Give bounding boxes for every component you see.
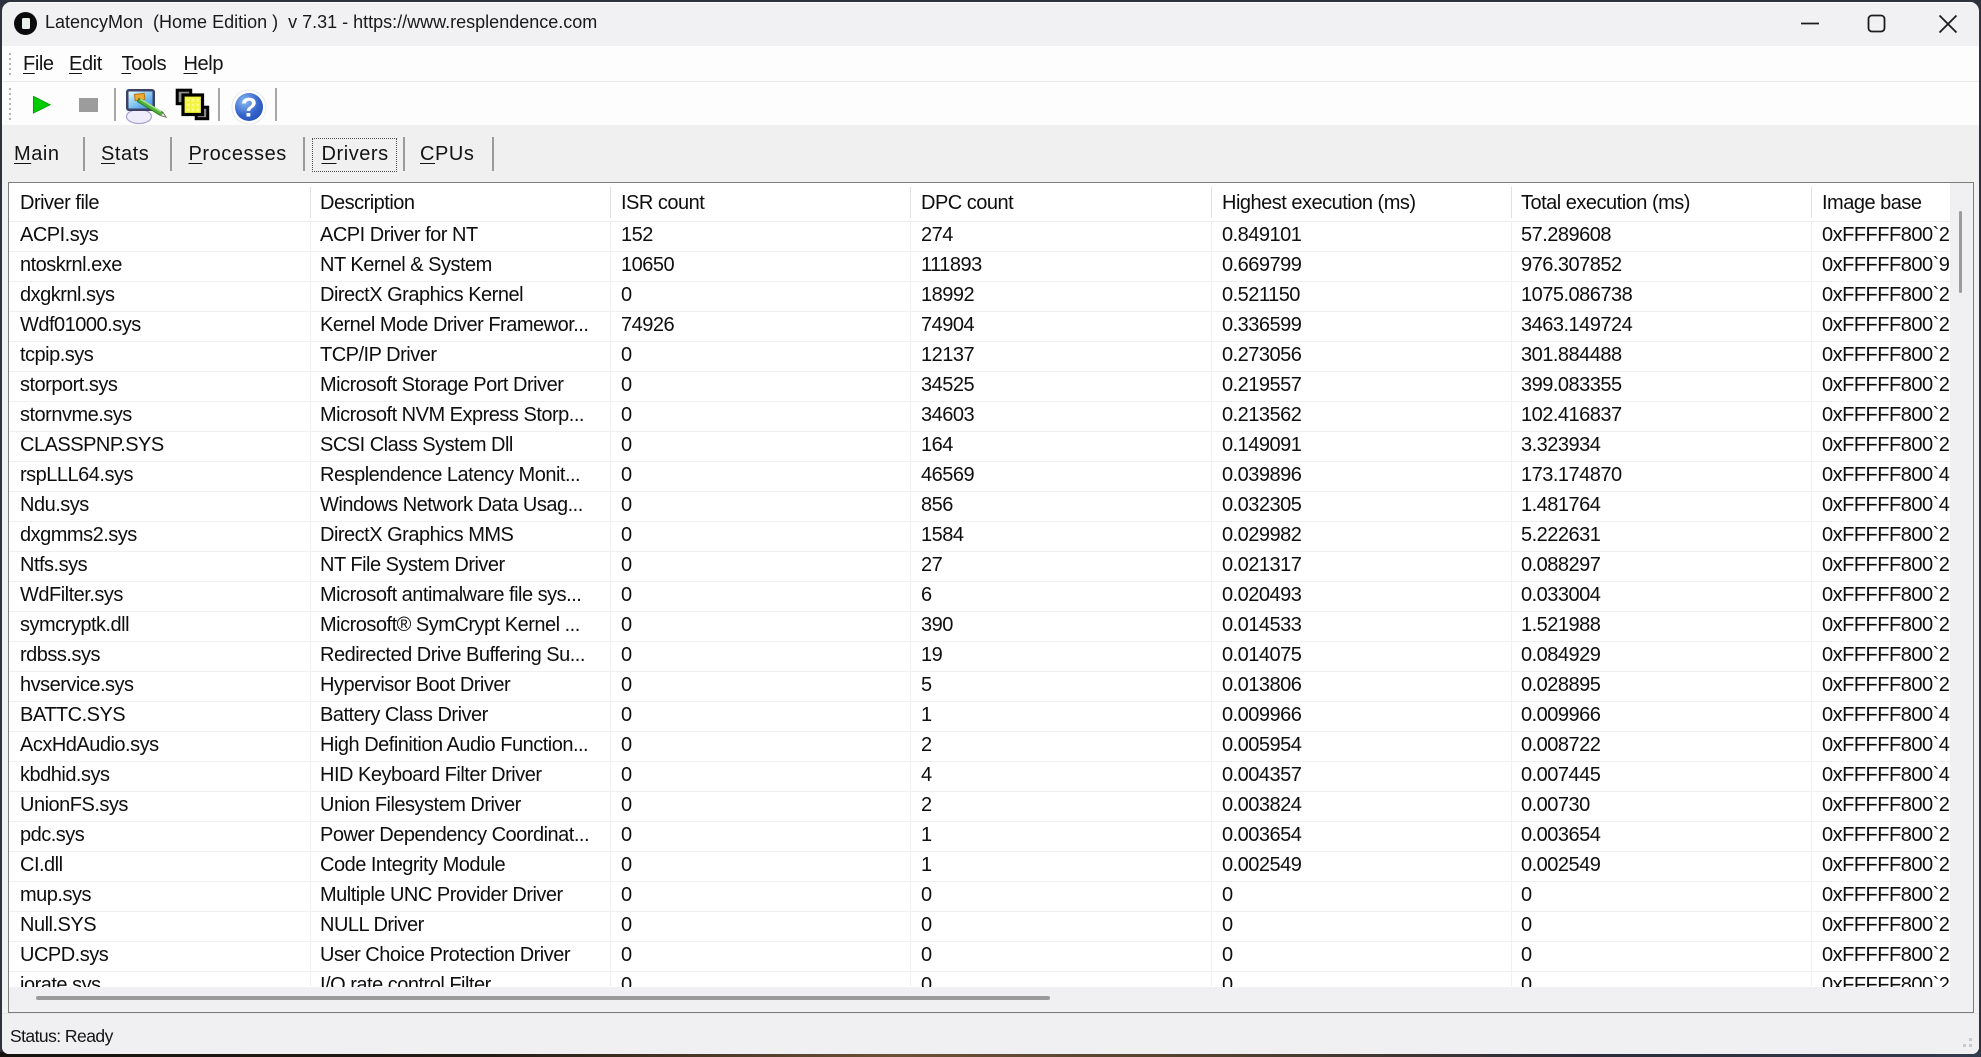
- svg-text:?: ?: [241, 93, 258, 123]
